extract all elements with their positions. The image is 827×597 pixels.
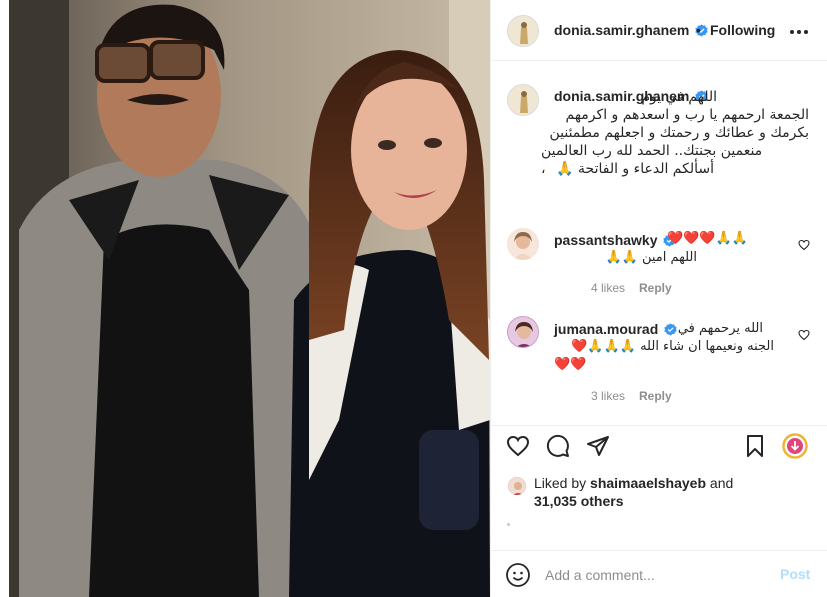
comment-username-text: jumana.mourad: [554, 321, 659, 337]
timestamp-dot: [507, 523, 510, 526]
post-comment-button[interactable]: Post: [780, 566, 810, 582]
post-sidebar: donia.samir.ghanem • Following donia.sam…: [490, 0, 827, 597]
download-icon[interactable]: [782, 433, 808, 459]
more-options-icon[interactable]: [787, 16, 811, 44]
liked-by-user[interactable]: shaimaaelshayeb: [590, 475, 706, 491]
add-comment-bar: Post: [491, 550, 827, 597]
comment-input[interactable]: [545, 563, 765, 587]
comment-text-3: ❤️❤️: [554, 357, 587, 372]
comment-text-1: الله يرحمهم في: [677, 321, 763, 336]
author-avatar[interactable]: [507, 15, 539, 47]
author-username-text: donia.samir.ghanem: [554, 22, 690, 38]
post-photo-image: [9, 0, 490, 597]
post-photo[interactable]: [9, 0, 490, 597]
comment-reply-button[interactable]: Reply: [639, 281, 672, 295]
bookmark-icon[interactable]: [743, 434, 767, 458]
comment-username[interactable]: jumana.mourad: [554, 321, 677, 337]
following-button[interactable]: Following: [710, 22, 775, 38]
liker-avatar[interactable]: [507, 476, 527, 496]
comment-avatar[interactable]: [507, 316, 539, 348]
caption-line-3: بكرمك و عطائك و رحمتك و اجعلهم مطمئنين: [549, 125, 809, 141]
emoji-smiley-icon[interactable]: [505, 562, 531, 588]
comment-bubble-icon[interactable]: [546, 434, 570, 458]
comment-reply-button[interactable]: Reply: [639, 389, 672, 403]
share-send-icon[interactable]: [586, 434, 610, 458]
like-heart-icon[interactable]: [506, 434, 530, 458]
caption-line-5: أسألكم الدعاء و الفاتحة 🙏: [556, 161, 714, 177]
comment-meta: 3 likes Reply: [591, 389, 672, 403]
likes-count-text: 31,035 others: [534, 493, 624, 509]
comment-meta: 4 likes Reply: [591, 281, 672, 295]
liked-by-label: Liked by: [534, 475, 587, 491]
caption-line-1: اللهم في يوم: [641, 89, 717, 105]
caption-author-avatar[interactable]: [507, 84, 539, 116]
comment-likes[interactable]: 4 likes: [591, 281, 625, 295]
comment-like-heart-icon[interactable]: [798, 238, 810, 251]
liked-by-and: and: [709, 475, 734, 491]
caption-line-2: الجمعة ارحمهم يا رب و اسعدهم و اكرمهم: [565, 107, 809, 123]
comment-text-1: ❤️❤️❤️🙏🙏: [667, 231, 748, 246]
post-header: donia.samir.ghanem • Following: [491, 0, 827, 61]
likes-count[interactable]: 31,035 others: [534, 493, 624, 509]
author-username[interactable]: donia.samir.ghanem: [554, 22, 708, 38]
likes-summary: Liked by shaimaaelshayeb and: [534, 475, 733, 491]
comment-username[interactable]: passantshawky: [554, 232, 677, 248]
comments-section[interactable]: donia.samir.ghanem اللهم في يوم الجمعة ا…: [491, 62, 827, 425]
comment-username-text: passantshawky: [554, 232, 658, 248]
comment-like-heart-icon[interactable]: [798, 328, 810, 341]
comment-text-2: الجنه ونعيمها ان شاء الله 🙏🙏🙏❤️: [571, 339, 774, 354]
comment-likes[interactable]: 3 likes: [591, 389, 625, 403]
follow-separator: •: [696, 22, 701, 38]
comment-avatar[interactable]: [507, 228, 539, 260]
comment-text-2: اللهم امين 🙏🙏: [605, 250, 697, 265]
post-actions: Liked by shaimaaelshayeb and 31,035 othe…: [491, 425, 827, 597]
